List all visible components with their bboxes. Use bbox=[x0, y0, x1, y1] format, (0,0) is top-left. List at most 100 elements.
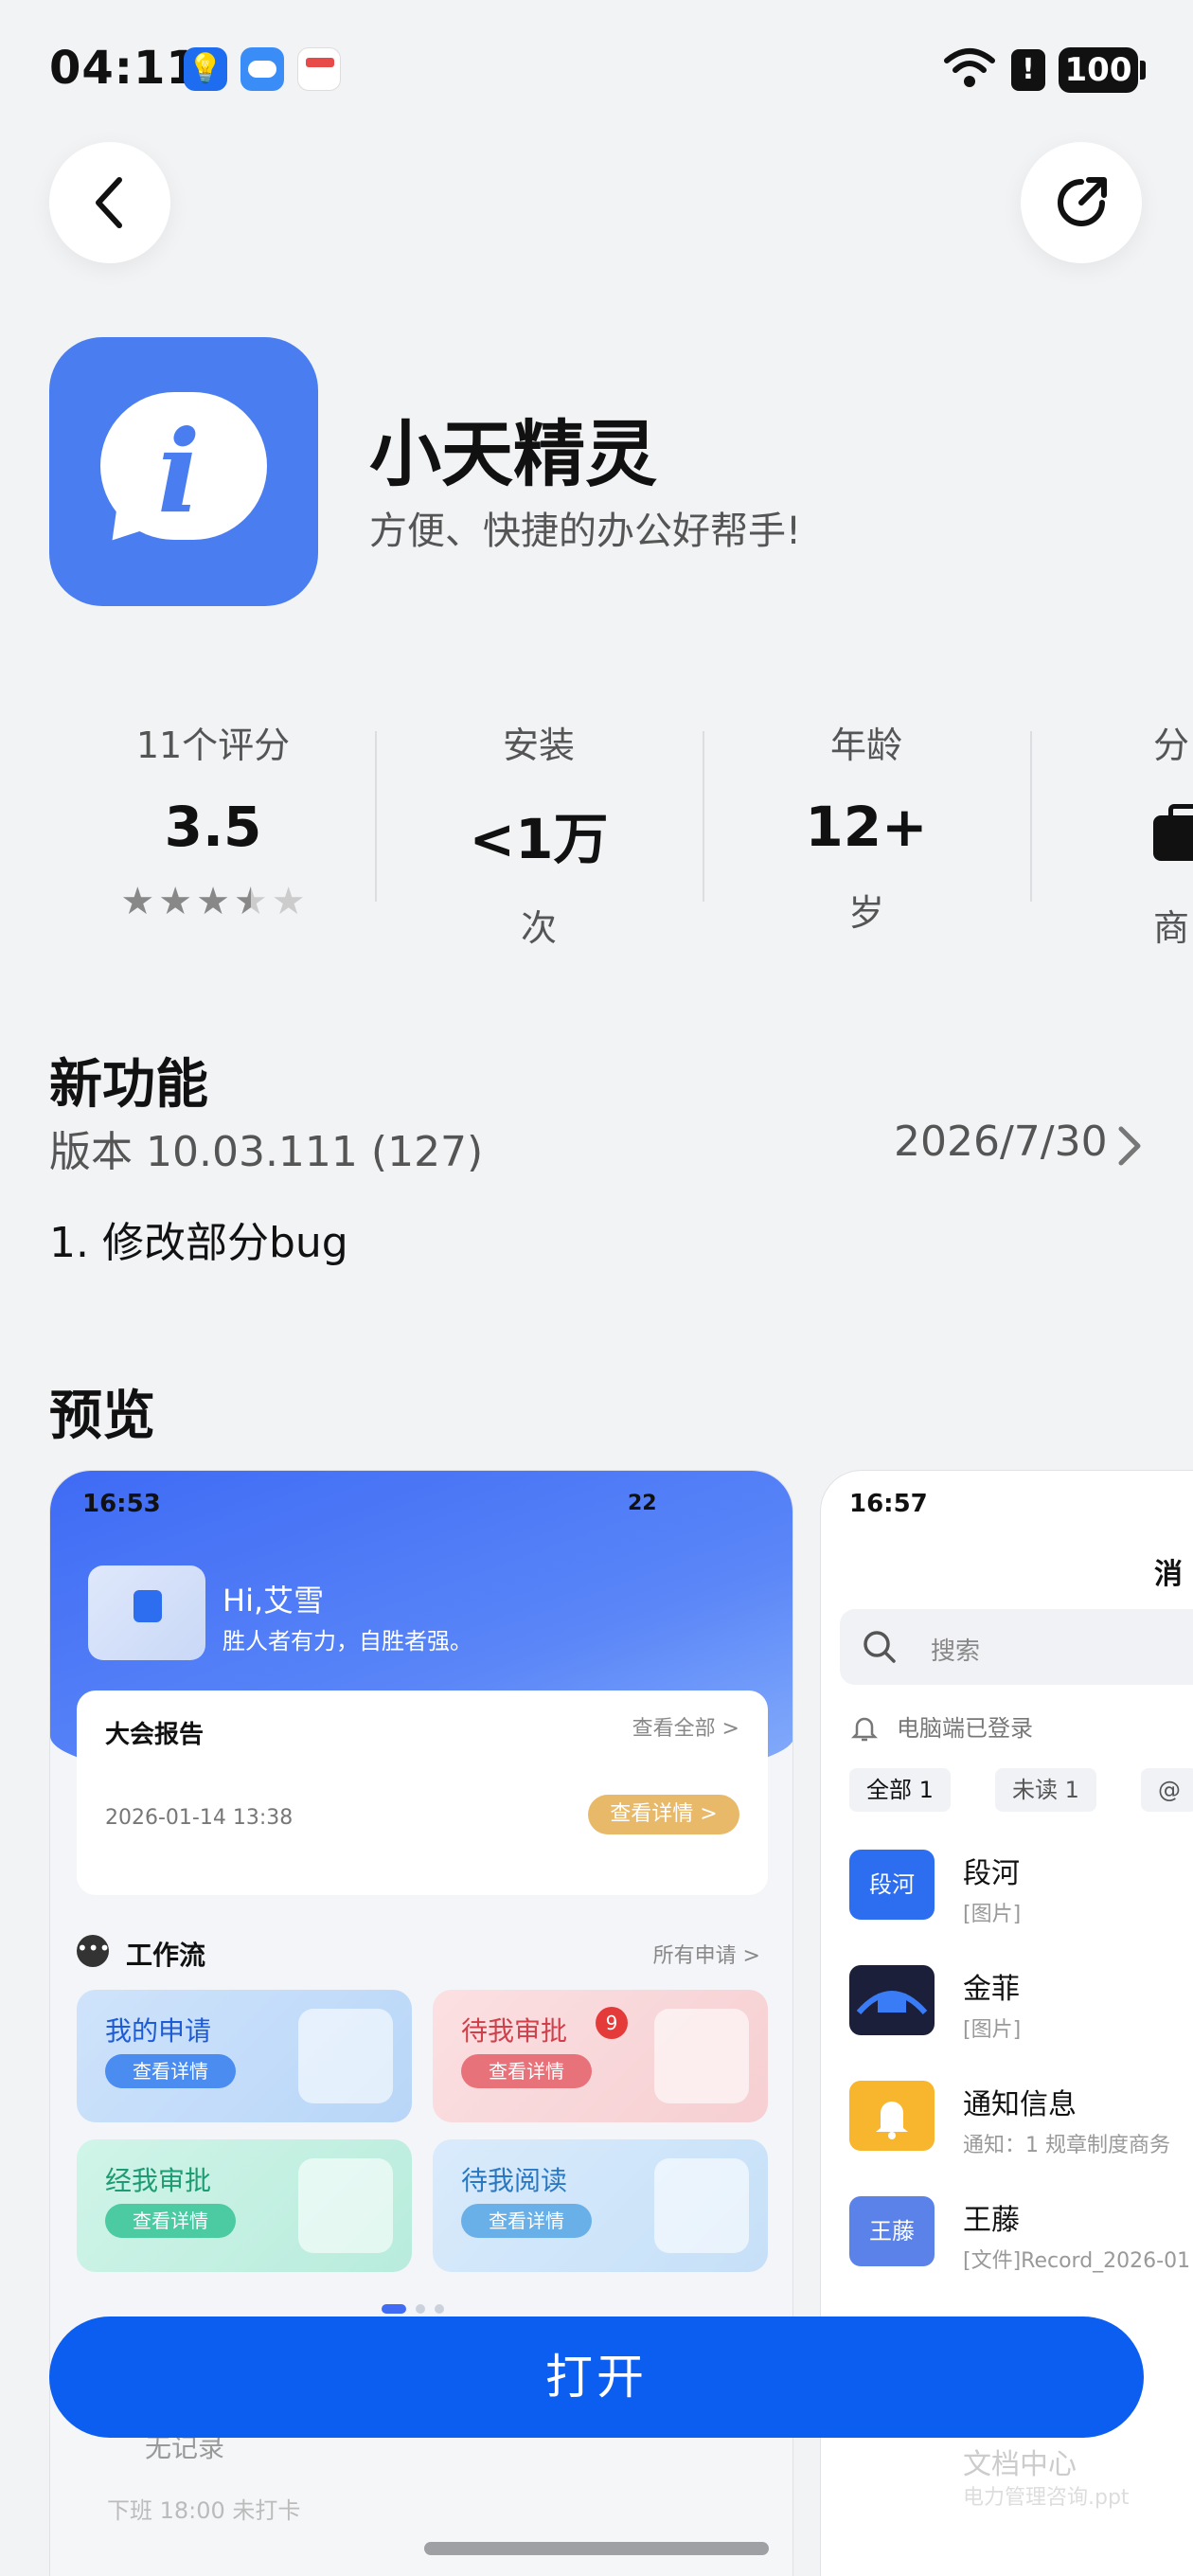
tile-button: 查看详情 bbox=[461, 2054, 592, 2088]
rating-value: 3.5 bbox=[164, 795, 262, 859]
install-value: <1万 bbox=[469, 807, 609, 871]
share-icon bbox=[1058, 177, 1107, 226]
report-title: 大会报告 bbox=[105, 1721, 205, 1749]
count-badge: 9 bbox=[596, 2007, 628, 2039]
message-preview: [图片] bbox=[963, 2018, 1022, 2042]
chevron-right-icon[interactable] bbox=[1117, 1125, 1142, 1167]
doc-center-sub: 电力管理咨询.ppt bbox=[963, 2486, 1130, 2510]
chevron-left-icon bbox=[96, 177, 122, 228]
app-name: 小天精灵 bbox=[369, 412, 657, 496]
star-icon: ★ bbox=[120, 880, 155, 923]
preview-time: 16:57 bbox=[849, 1490, 928, 1518]
release-date[interactable]: 2026/7/30 bbox=[894, 1118, 1108, 1166]
tile-pending-approval: 待我审批 9 查看详情 bbox=[433, 1990, 768, 2122]
preview-heading: 预览 bbox=[49, 1386, 155, 1447]
version-text: 版本 10.03.111 (127) bbox=[49, 1128, 484, 1176]
message-sender: 通知信息 bbox=[963, 2088, 1077, 2121]
app-icon: i bbox=[49, 337, 318, 606]
age-stat[interactable]: 年龄 12+ 岁 bbox=[710, 716, 1023, 936]
back-button[interactable] bbox=[49, 142, 170, 263]
filter-unread: 未读 1 bbox=[995, 1768, 1096, 1812]
tile-approved-by-me: 经我审批 查看详情 bbox=[77, 2139, 412, 2272]
greeting: Hi,艾雪 bbox=[223, 1583, 325, 1619]
avatar: 王藤 bbox=[849, 2196, 935, 2266]
report-card: 大会报告 查看全部 > 2026-01-14 13:38 查看详情 > bbox=[77, 1690, 768, 1895]
filter-all: 全部 1 bbox=[849, 1768, 951, 1812]
star-icon: ★ bbox=[196, 880, 230, 923]
workflow-title: 工作流 bbox=[126, 1940, 206, 1971]
age-value: 12+ bbox=[805, 795, 928, 859]
install-stat: 安装 <1万 次 bbox=[383, 716, 695, 951]
age-unit: 岁 bbox=[847, 892, 884, 934]
tile-title: 我的申请 bbox=[105, 2015, 212, 2047]
lightbulb-icon: 💡 bbox=[184, 47, 227, 91]
rating-label: 11个评分 bbox=[135, 724, 291, 766]
all-requests-link: 所有申请 > bbox=[652, 1944, 760, 1968]
chat-icon: ••• bbox=[77, 1935, 110, 1967]
clock-document-icon bbox=[654, 2009, 749, 2103]
tile-title: 待我审批 bbox=[461, 2015, 568, 2047]
category-unit: 商 bbox=[1153, 907, 1190, 949]
divider bbox=[1030, 731, 1032, 902]
messages-title: 消 bbox=[1154, 1558, 1183, 1591]
search-icon bbox=[864, 1631, 896, 1663]
divider bbox=[375, 731, 377, 902]
new-features-heading: 新功能 bbox=[49, 1054, 208, 1116]
category-label: 分 bbox=[1153, 724, 1190, 766]
bell-icon bbox=[850, 1717, 879, 1742]
home-indicator[interactable] bbox=[424, 2542, 769, 2555]
stamp-icon bbox=[298, 2009, 393, 2103]
search-bar: 搜索 bbox=[840, 1609, 1193, 1685]
tile-my-requests: 我的申请 查看详情 bbox=[77, 1990, 412, 2122]
view-details-button: 查看详情 > bbox=[588, 1795, 739, 1834]
rating-stat[interactable]: 11个评分 3.5 ★ ★ ★ ★ ★ bbox=[57, 716, 369, 923]
app-subtitle: 方便、快捷的办公好帮手! bbox=[369, 510, 802, 553]
clock-out-status: 下班 18:00 未打卡 bbox=[107, 2497, 301, 2524]
changelog-text: 1. 修改部分bug bbox=[49, 1219, 348, 1267]
share-button[interactable] bbox=[1021, 142, 1142, 263]
preview-time: 16:53 bbox=[82, 1490, 161, 1518]
age-label: 年龄 bbox=[829, 724, 902, 766]
tile-title: 经我审批 bbox=[105, 2165, 212, 2196]
login-status: 电脑端已登录 bbox=[897, 1715, 1033, 1742]
tile-to-read: 待我阅读 查看详情 bbox=[433, 2139, 768, 2272]
open-button[interactable]: 打开 bbox=[49, 2317, 1144, 2438]
half-star-icon: ★ bbox=[233, 880, 268, 923]
report-datetime: 2026-01-14 13:38 bbox=[105, 1806, 294, 1830]
status-bar: 04:11 💡 ! 100 bbox=[0, 0, 1193, 142]
battery-indicator: 100 bbox=[1059, 47, 1146, 93]
avatar: 段河 bbox=[849, 1850, 935, 1920]
alert-icon: ! bbox=[1011, 49, 1045, 91]
motto: 胜人者有力，自胜者强。 bbox=[223, 1628, 472, 1655]
message-sender: 段河 bbox=[963, 1857, 1020, 1890]
category-stat[interactable]: 分 商 bbox=[1153, 716, 1193, 951]
empty-star-icon: ★ bbox=[271, 880, 306, 923]
message-sender: 金菲 bbox=[963, 1973, 1020, 2006]
view-all-link: 查看全部 > bbox=[632, 1717, 739, 1741]
star-icon: ★ bbox=[158, 880, 193, 923]
tile-title: 待我阅读 bbox=[461, 2165, 568, 2196]
preview-battery: 22 bbox=[628, 1492, 657, 1515]
cloud-icon bbox=[240, 47, 284, 91]
rating-stars: ★ ★ ★ ★ ★ bbox=[57, 880, 369, 923]
wifi-icon bbox=[944, 48, 995, 87]
install-unit: 次 bbox=[520, 907, 557, 949]
doc-center-title: 文档中心 bbox=[963, 2448, 1077, 2481]
install-label: 安装 bbox=[502, 724, 575, 766]
tile-button: 查看详情 bbox=[461, 2204, 592, 2238]
search-placeholder: 搜索 bbox=[931, 1637, 981, 1666]
message-preview: 通知：1 规章制度商务 bbox=[963, 2134, 1170, 2157]
info-icon: i bbox=[157, 405, 201, 539]
status-time: 04:11 bbox=[49, 42, 199, 95]
avatar bbox=[849, 2081, 935, 2151]
avatar bbox=[88, 1565, 205, 1660]
message-preview: [文件]Record_2026-01 bbox=[963, 2249, 1191, 2273]
document-pen-icon bbox=[298, 2158, 393, 2253]
message-sender: 王藤 bbox=[963, 2204, 1020, 2237]
bell-icon bbox=[876, 2102, 908, 2139]
briefcase-icon bbox=[1153, 804, 1193, 861]
game-avatar-icon bbox=[856, 1991, 928, 2015]
calendar-icon bbox=[297, 47, 341, 91]
filter-mentions: @ bbox=[1141, 1768, 1193, 1812]
tile-button: 查看详情 bbox=[105, 2054, 236, 2088]
